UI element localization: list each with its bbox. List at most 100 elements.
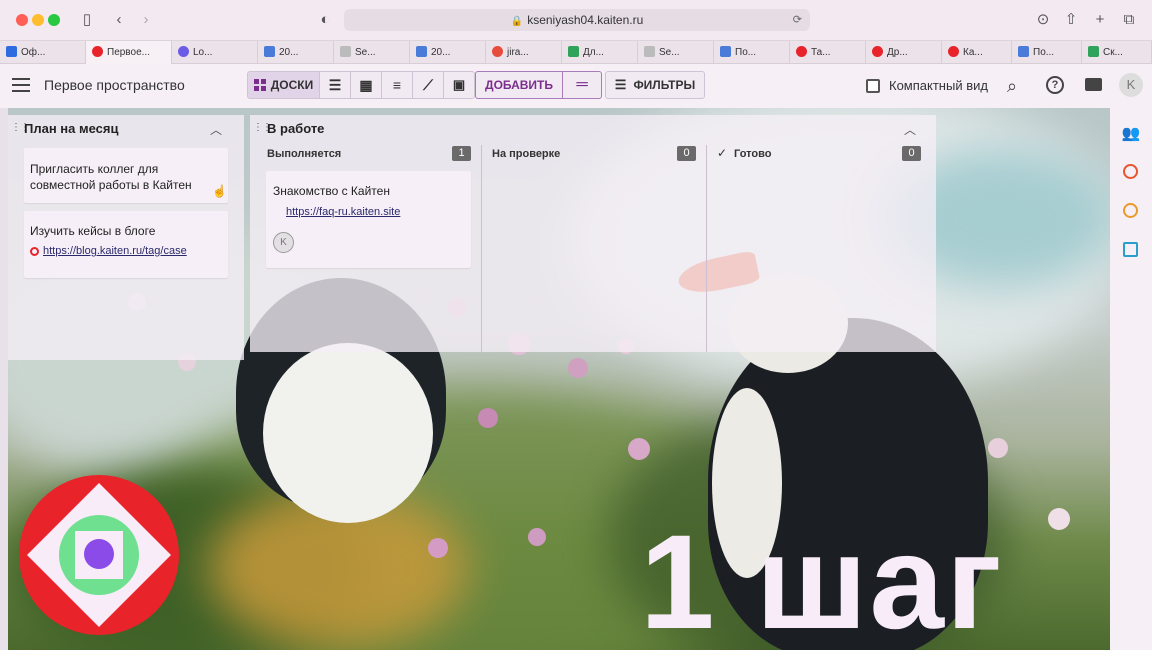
tab-favicon-icon (568, 46, 579, 57)
tab-favicon-icon (340, 46, 351, 57)
close-window-button[interactable] (16, 14, 28, 26)
collapse-icon[interactable]: ︿ (210, 121, 222, 138)
menu-icon[interactable] (12, 78, 30, 92)
tab-strip: Оф... Первое... Lo... 20... Se... 20... … (0, 40, 1152, 64)
card-title: Пригласить коллег для совместной работы … (30, 162, 192, 192)
search-icon[interactable]: ⌕ (1007, 76, 1017, 97)
browser-tab[interactable]: Та... (790, 41, 866, 64)
browser-tab[interactable]: Дл... (562, 41, 638, 64)
browser-tab[interactable]: По... (1012, 41, 1082, 64)
sidebar-icon[interactable]: ▯ (78, 11, 96, 29)
browser-tab[interactable]: Ск... (1082, 41, 1152, 64)
tab-favicon-icon (492, 46, 503, 57)
chart-line-icon: ⟋ (423, 76, 433, 93)
privacy-shield-icon[interactable]: ◐ (316, 11, 334, 29)
browser-tab[interactable]: 20... (410, 41, 486, 64)
collapse-icon[interactable]: ︿ (904, 121, 916, 138)
column-title[interactable]: В работе (267, 121, 324, 136)
back-icon[interactable]: ‹ (110, 11, 128, 29)
browser-tab[interactable]: Оф... (0, 41, 86, 64)
boards-button[interactable]: ДОСКИ (247, 71, 320, 99)
card-title: Знакомство с Кайтен (273, 184, 390, 198)
browser-tab[interactable]: Ка... (942, 41, 1012, 64)
tab-favicon-icon (796, 46, 807, 57)
archive-button[interactable]: ▣ (443, 71, 475, 99)
browser-tab[interactable]: jira... (486, 41, 562, 64)
downloads-icon[interactable]: ⊙ (1034, 11, 1052, 29)
add-options-button[interactable]: ═ (562, 71, 602, 99)
column-in-progress: ⋮⋮ В работе ︿ Выполняется На проверке ✓ … (250, 115, 936, 352)
column-title[interactable]: План на месяц (24, 121, 118, 136)
tab-favicon-icon (1088, 46, 1099, 57)
zoom-window-button[interactable] (48, 14, 60, 26)
layers-icon[interactable] (1121, 240, 1141, 260)
table-icon: ▦ (359, 76, 373, 93)
cursor-icon: ☝ (212, 184, 227, 198)
filter-icon: ☰ (614, 77, 627, 92)
tab-favicon-icon (6, 46, 17, 57)
tab-favicon-icon (948, 46, 959, 57)
timer-icon[interactable] (1121, 162, 1141, 182)
url-text: kseniyash04.kaiten.ru (527, 13, 644, 27)
history-icon[interactable] (1121, 201, 1141, 221)
card[interactable]: Пригласить коллег для совместной работы … (24, 148, 228, 203)
compact-view-checkbox[interactable] (866, 79, 880, 93)
forward-icon[interactable]: › (137, 11, 155, 29)
help-icon[interactable]: ? (1046, 76, 1064, 94)
browser-tab[interactable]: Др... (866, 41, 942, 64)
check-icon: ✓ (717, 146, 728, 160)
filters-button[interactable]: ☰ ФИЛЬТРЫ (605, 71, 705, 99)
tab-favicon-icon (92, 46, 103, 57)
equals-icon: ═ (576, 76, 588, 93)
users-icon[interactable]: 👥 (1121, 124, 1141, 144)
browser-tab[interactable]: 20... (258, 41, 334, 64)
reports-button[interactable]: ⟋ (412, 71, 444, 99)
card[interactable]: Знакомство с Кайтен https://faq-ru.kaite… (266, 171, 471, 268)
browser-tab[interactable]: Se... (638, 41, 714, 64)
app-header: Первое пространство ДОСКИ ☰ ▦ ≡ ⟋ ▣ ДОБА… (0, 64, 1152, 108)
share-icon[interactable]: ⇧ (1062, 11, 1080, 29)
subcolumn-divider (481, 145, 482, 352)
mail-icon[interactable] (1085, 78, 1102, 91)
subcolumn-title: Готово (734, 148, 772, 160)
card-link[interactable]: https://faq-ru.kaiten.site (286, 206, 400, 218)
browser-tab[interactable]: По... (714, 41, 790, 64)
column-plan-month: ⋮⋮ План на месяц ︿ Пригласить коллег для… (8, 115, 244, 360)
tab-overview-icon[interactable]: ⧉ (1120, 11, 1138, 29)
left-scrollbar[interactable] (0, 108, 8, 650)
subcolumn-title: На проверке (492, 148, 561, 160)
new-tab-icon[interactable]: + (1091, 11, 1109, 29)
card[interactable]: Изучить кейсы в блоге https://blog.kaite… (24, 211, 228, 278)
lock-icon: 🔒 (510, 16, 524, 27)
step-overlay-text: 1 шаг (640, 508, 1004, 657)
reload-icon[interactable]: ⟳ (793, 9, 802, 31)
compact-view-label: Компактный вид (889, 78, 988, 93)
tab-favicon-icon (720, 46, 731, 57)
space-title[interactable]: Первое пространство (44, 77, 185, 93)
subcolumn-count: 0 (902, 146, 921, 161)
subcolumn-divider (706, 145, 707, 352)
puffin-left-belly (263, 343, 433, 523)
list-icon: ☰ (328, 76, 342, 93)
card-title: Изучить кейсы в блоге (30, 224, 156, 238)
tab-favicon-icon (178, 46, 189, 57)
browser-tab[interactable]: Se... (334, 41, 410, 64)
card-link[interactable]: https://blog.kaiten.ru/tag/case (43, 245, 187, 257)
tab-favicon-icon (1018, 46, 1029, 57)
add-button[interactable]: ДОБАВИТЬ (475, 71, 563, 99)
browser-tab[interactable]: Lo... (172, 41, 258, 64)
user-avatar[interactable]: K (1119, 73, 1143, 97)
tab-favicon-icon (264, 46, 275, 57)
table-view-button[interactable]: ▦ (350, 71, 382, 99)
address-bar[interactable]: 🔒 kseniyash04.kaiten.ru ⟳ (344, 9, 810, 31)
tab-favicon-icon (872, 46, 883, 57)
right-sidebar: 👥 (1110, 108, 1152, 650)
subcolumn-count: 1 (452, 146, 471, 161)
timeline-view-button[interactable]: ≡ (381, 71, 413, 99)
list-view-button[interactable]: ☰ (319, 71, 351, 99)
minimize-window-button[interactable] (32, 14, 44, 26)
browser-tab[interactable]: Первое... (86, 41, 172, 64)
card-avatar[interactable]: K (273, 232, 294, 253)
tab-favicon-icon (644, 46, 655, 57)
subcolumn-count: 0 (677, 146, 696, 161)
